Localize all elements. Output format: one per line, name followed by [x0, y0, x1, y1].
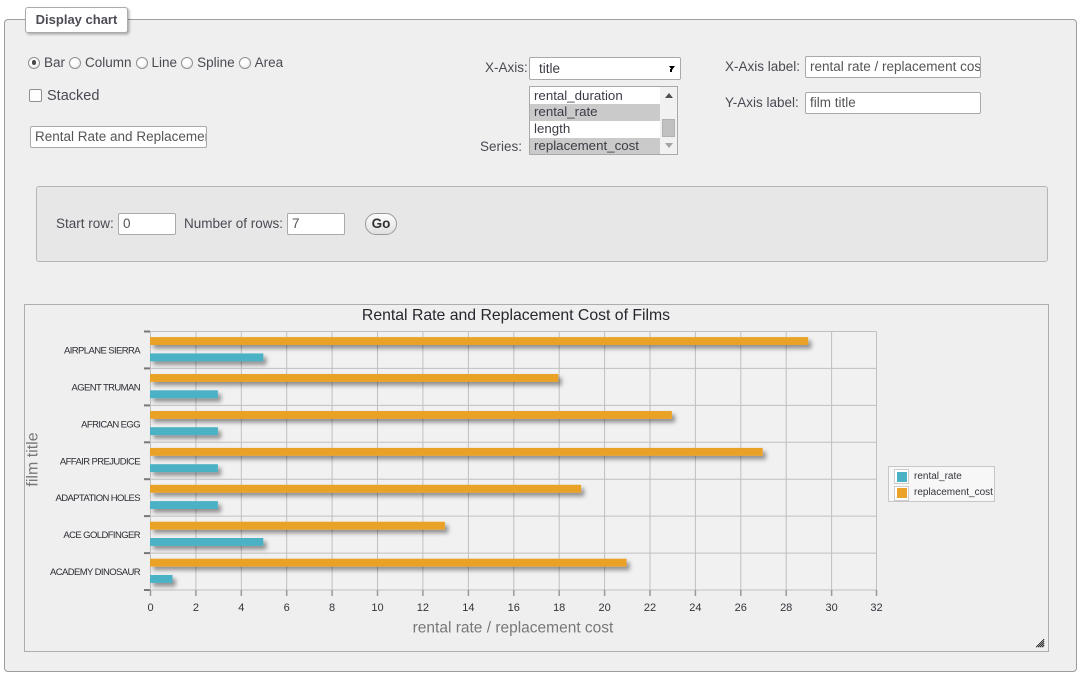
svg-text:16: 16: [508, 602, 520, 614]
svg-text:14: 14: [462, 602, 474, 614]
svg-text:32: 32: [870, 602, 882, 614]
svg-text:2: 2: [193, 602, 199, 614]
svg-text:30: 30: [825, 602, 837, 614]
svg-text:28: 28: [780, 602, 792, 614]
svg-text:18: 18: [553, 602, 565, 614]
svg-text:AGENT TRUMAN: AGENT TRUMAN: [72, 382, 141, 393]
svg-text:4: 4: [238, 602, 244, 614]
svg-text:AFRICAN EGG: AFRICAN EGG: [81, 419, 140, 430]
svg-text:8: 8: [329, 602, 335, 614]
svg-text:10: 10: [371, 602, 383, 614]
svg-text:Rental Rate and Replacement Co: Rental Rate and Replacement Cost of Film…: [362, 307, 670, 324]
svg-text:AIRPLANE SIERRA: AIRPLANE SIERRA: [64, 346, 141, 357]
svg-text:0: 0: [147, 602, 153, 614]
svg-text:26: 26: [735, 602, 747, 614]
svg-text:6: 6: [284, 602, 290, 614]
svg-text:22: 22: [644, 602, 656, 614]
svg-text:ADAPTATION HOLES: ADAPTATION HOLES: [55, 493, 140, 504]
svg-text:rental rate / replacement cost: rental rate / replacement cost: [413, 620, 614, 637]
svg-text:24: 24: [689, 602, 701, 614]
svg-text:12: 12: [417, 602, 429, 614]
svg-text:AFFAIR PREJUDICE: AFFAIR PREJUDICE: [60, 456, 140, 467]
svg-text:ACE GOLDFINGER: ACE GOLDFINGER: [63, 530, 140, 541]
svg-text:20: 20: [598, 602, 610, 614]
svg-text:ACADEMY DINOSAUR: ACADEMY DINOSAUR: [50, 567, 141, 578]
svg-text:film title: film title: [25, 432, 42, 486]
